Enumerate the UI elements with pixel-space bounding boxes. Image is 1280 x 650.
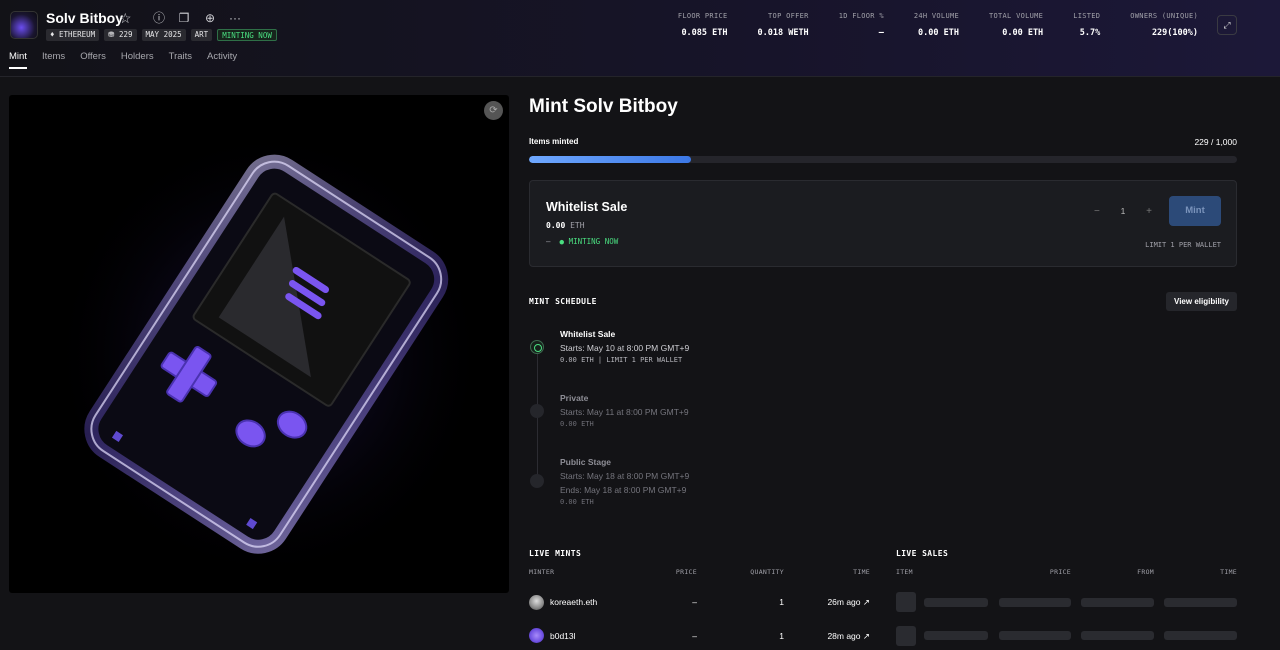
skeleton-bar	[924, 631, 988, 640]
mint-time-link[interactable]: 28m ago ↗	[800, 631, 870, 642]
tab-mint[interactable]: Mint	[9, 51, 27, 69]
mint-progress-bar	[529, 156, 1237, 163]
avatar	[529, 628, 544, 643]
column-header-time: TIME	[853, 568, 870, 576]
stage-start: Starts: May 10 at 8:00 PM GMT+9	[560, 343, 690, 353]
stage-start: Starts: May 18 at 8:00 PM GMT+9	[560, 471, 690, 481]
sale-title: Whitelist Sale	[546, 200, 628, 214]
mint-button[interactable]: Mint	[1169, 196, 1221, 226]
skeleton-bar	[1081, 598, 1154, 607]
tab-items[interactable]: Items	[42, 51, 65, 69]
skeleton-bar	[1164, 598, 1237, 607]
stage-name: Whitelist Sale	[560, 329, 616, 339]
sale-status: — ● MINTING NOW	[546, 237, 619, 246]
tab-holders[interactable]: Holders	[121, 51, 154, 69]
column-header-quantity: QUANTITY	[750, 568, 784, 576]
item-thumbnail-placeholder	[896, 626, 916, 646]
stage-start: Starts: May 11 at 8:00 PM GMT+9	[560, 407, 689, 417]
collection-logo[interactable]	[10, 11, 38, 39]
mint-quantity: 1	[779, 597, 784, 607]
refresh-icon[interactable]: ⟳	[484, 101, 503, 120]
date-tag: MAY 2025	[141, 29, 186, 41]
globe-icon[interactable]: ⊕	[203, 11, 217, 25]
items-minted-label: Items minted	[529, 137, 579, 146]
stage-meta: 0.00 ETH | LIMIT 1 PER WALLET	[560, 356, 683, 364]
stage-active-icon	[530, 340, 544, 354]
mint-price: –	[692, 597, 697, 607]
tab-activity[interactable]: Activity	[207, 51, 237, 69]
column-header-from: FROM	[1137, 568, 1154, 576]
more-icon[interactable]: ···	[228, 11, 242, 25]
stat-1d-floor: 1D FLOOR % —	[838, 12, 884, 38]
increment-button[interactable]: +	[1146, 206, 1152, 217]
decrement-button[interactable]: −	[1094, 206, 1100, 217]
avatar	[529, 595, 544, 610]
skeleton-bar	[1081, 631, 1154, 640]
sale-price: 0.00 ETH	[546, 221, 585, 230]
quantity-stepper: − 1 +	[1086, 197, 1160, 225]
stage-meta: 0.00 ETH	[560, 420, 594, 428]
quantity-value[interactable]: 1	[1121, 206, 1126, 216]
stage-name: Private	[560, 393, 589, 403]
stage-end: Ends: May 18 at 8:00 PM GMT+9	[560, 485, 687, 495]
mint-quantity: 1	[779, 631, 784, 641]
status-badge: MINTING NOW	[217, 29, 277, 41]
tab-traits[interactable]: Traits	[169, 51, 192, 69]
category-tag: ART	[190, 29, 213, 41]
stage-pending-icon	[530, 474, 544, 488]
stat-owners: OWNERS (UNIQUE) 229(100%)	[1130, 12, 1198, 38]
stat-24h-volume: 24H VOLUME 0.00 ETH	[913, 12, 959, 38]
view-eligibility-button[interactable]: View eligibility	[1166, 292, 1237, 311]
collection-tabs: Mint Items Offers Holders Traits Activit…	[9, 51, 252, 69]
collection-tags: ♦ ETHEREUM ⛃ 229 MAY 2025 ART MINTING NO…	[46, 29, 277, 41]
column-header-time: TIME	[1220, 568, 1237, 576]
stat-top-offer: TOP OFFER 0.018 WETH	[757, 12, 809, 38]
stat-listed: LISTED 5.7%	[1073, 12, 1101, 38]
stage-name: Public Stage	[560, 457, 612, 467]
stage-meta: 0.00 ETH	[560, 498, 594, 506]
chain-tag: ♦ ETHEREUM	[46, 29, 100, 41]
item-thumbnail-placeholder	[896, 592, 916, 612]
info-icon[interactable]: ⓘ	[152, 11, 166, 25]
minter-name[interactable]: b0d13l	[550, 631, 576, 641]
collection-header: Solv Bitboy ☆ ⓘ ❐ ⊕ ··· ♦ ETHEREUM ⛃ 229…	[0, 0, 1280, 77]
copy-icon[interactable]: ❐	[177, 11, 191, 25]
limit-text: LIMIT 1 PER WALLET	[1145, 241, 1221, 249]
mint-progress-fill	[529, 156, 692, 163]
skeleton-bar	[1164, 631, 1237, 640]
collection-stats: FLOOR PRICE 0.085 ETH TOP OFFER 0.018 WETH…	[648, 12, 1198, 38]
live-mints-title: LIVE MINTS	[529, 549, 582, 558]
mint-time-link[interactable]: 26m ago ↗	[800, 597, 870, 608]
live-sales-title: LIVE SALES	[896, 549, 949, 558]
collection-title: Solv Bitboy	[46, 10, 124, 26]
mint-title: Mint Solv Bitboy	[529, 96, 678, 117]
column-header-price: PRICE	[1049, 568, 1071, 576]
stat-floor-price: FLOOR PRICE 0.085 ETH	[677, 12, 728, 38]
star-icon[interactable]: ☆	[119, 10, 132, 27]
schedule-title: MINT SCHEDULE	[529, 297, 597, 306]
stat-total-volume: TOTAL VOLUME 0.00 ETH	[989, 12, 1044, 38]
bitboy-device-illustration	[49, 125, 489, 585]
skeleton-bar	[999, 631, 1071, 640]
items-minted-value: 229 / 1,000	[1194, 137, 1237, 147]
skeleton-bar	[999, 598, 1071, 607]
sale-card: Whitelist Sale 0.00 ETH — ● MINTING NOW …	[529, 180, 1237, 267]
skeleton-bar	[924, 598, 988, 607]
minter-name[interactable]: koreaeth.eth	[550, 597, 597, 607]
expand-icon[interactable]: ⤢	[1217, 15, 1237, 35]
column-header-item: ITEM	[896, 568, 913, 576]
nft-artwork: ⟳	[9, 95, 509, 593]
column-header-minter: MINTER	[529, 568, 555, 576]
mint-price: –	[692, 631, 697, 641]
tab-offers[interactable]: Offers	[80, 51, 106, 69]
stage-pending-icon	[530, 404, 544, 418]
column-header-price: PRICE	[675, 568, 697, 576]
supply-tag: ⛃ 229	[104, 29, 137, 41]
